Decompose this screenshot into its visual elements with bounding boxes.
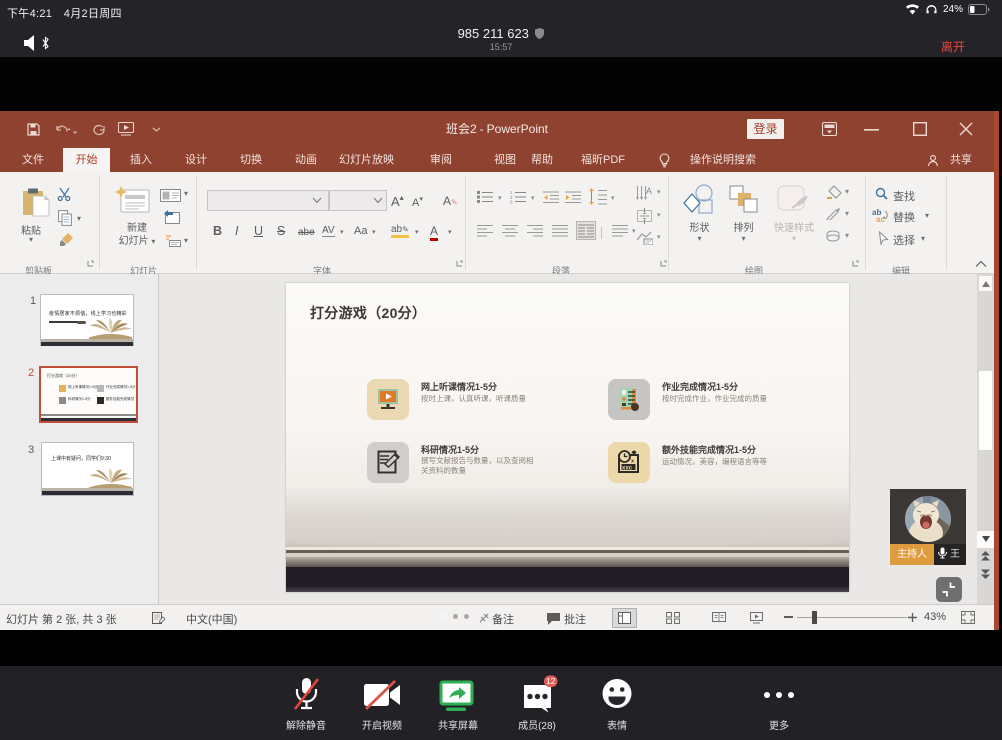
svg-text:xxc: xxc bbox=[622, 466, 633, 472]
svg-text:3: 3 bbox=[510, 200, 513, 205]
svg-text:A: A bbox=[646, 186, 652, 196]
svg-text:12: 12 bbox=[546, 676, 556, 686]
svg-text:ac: ac bbox=[876, 215, 885, 223]
